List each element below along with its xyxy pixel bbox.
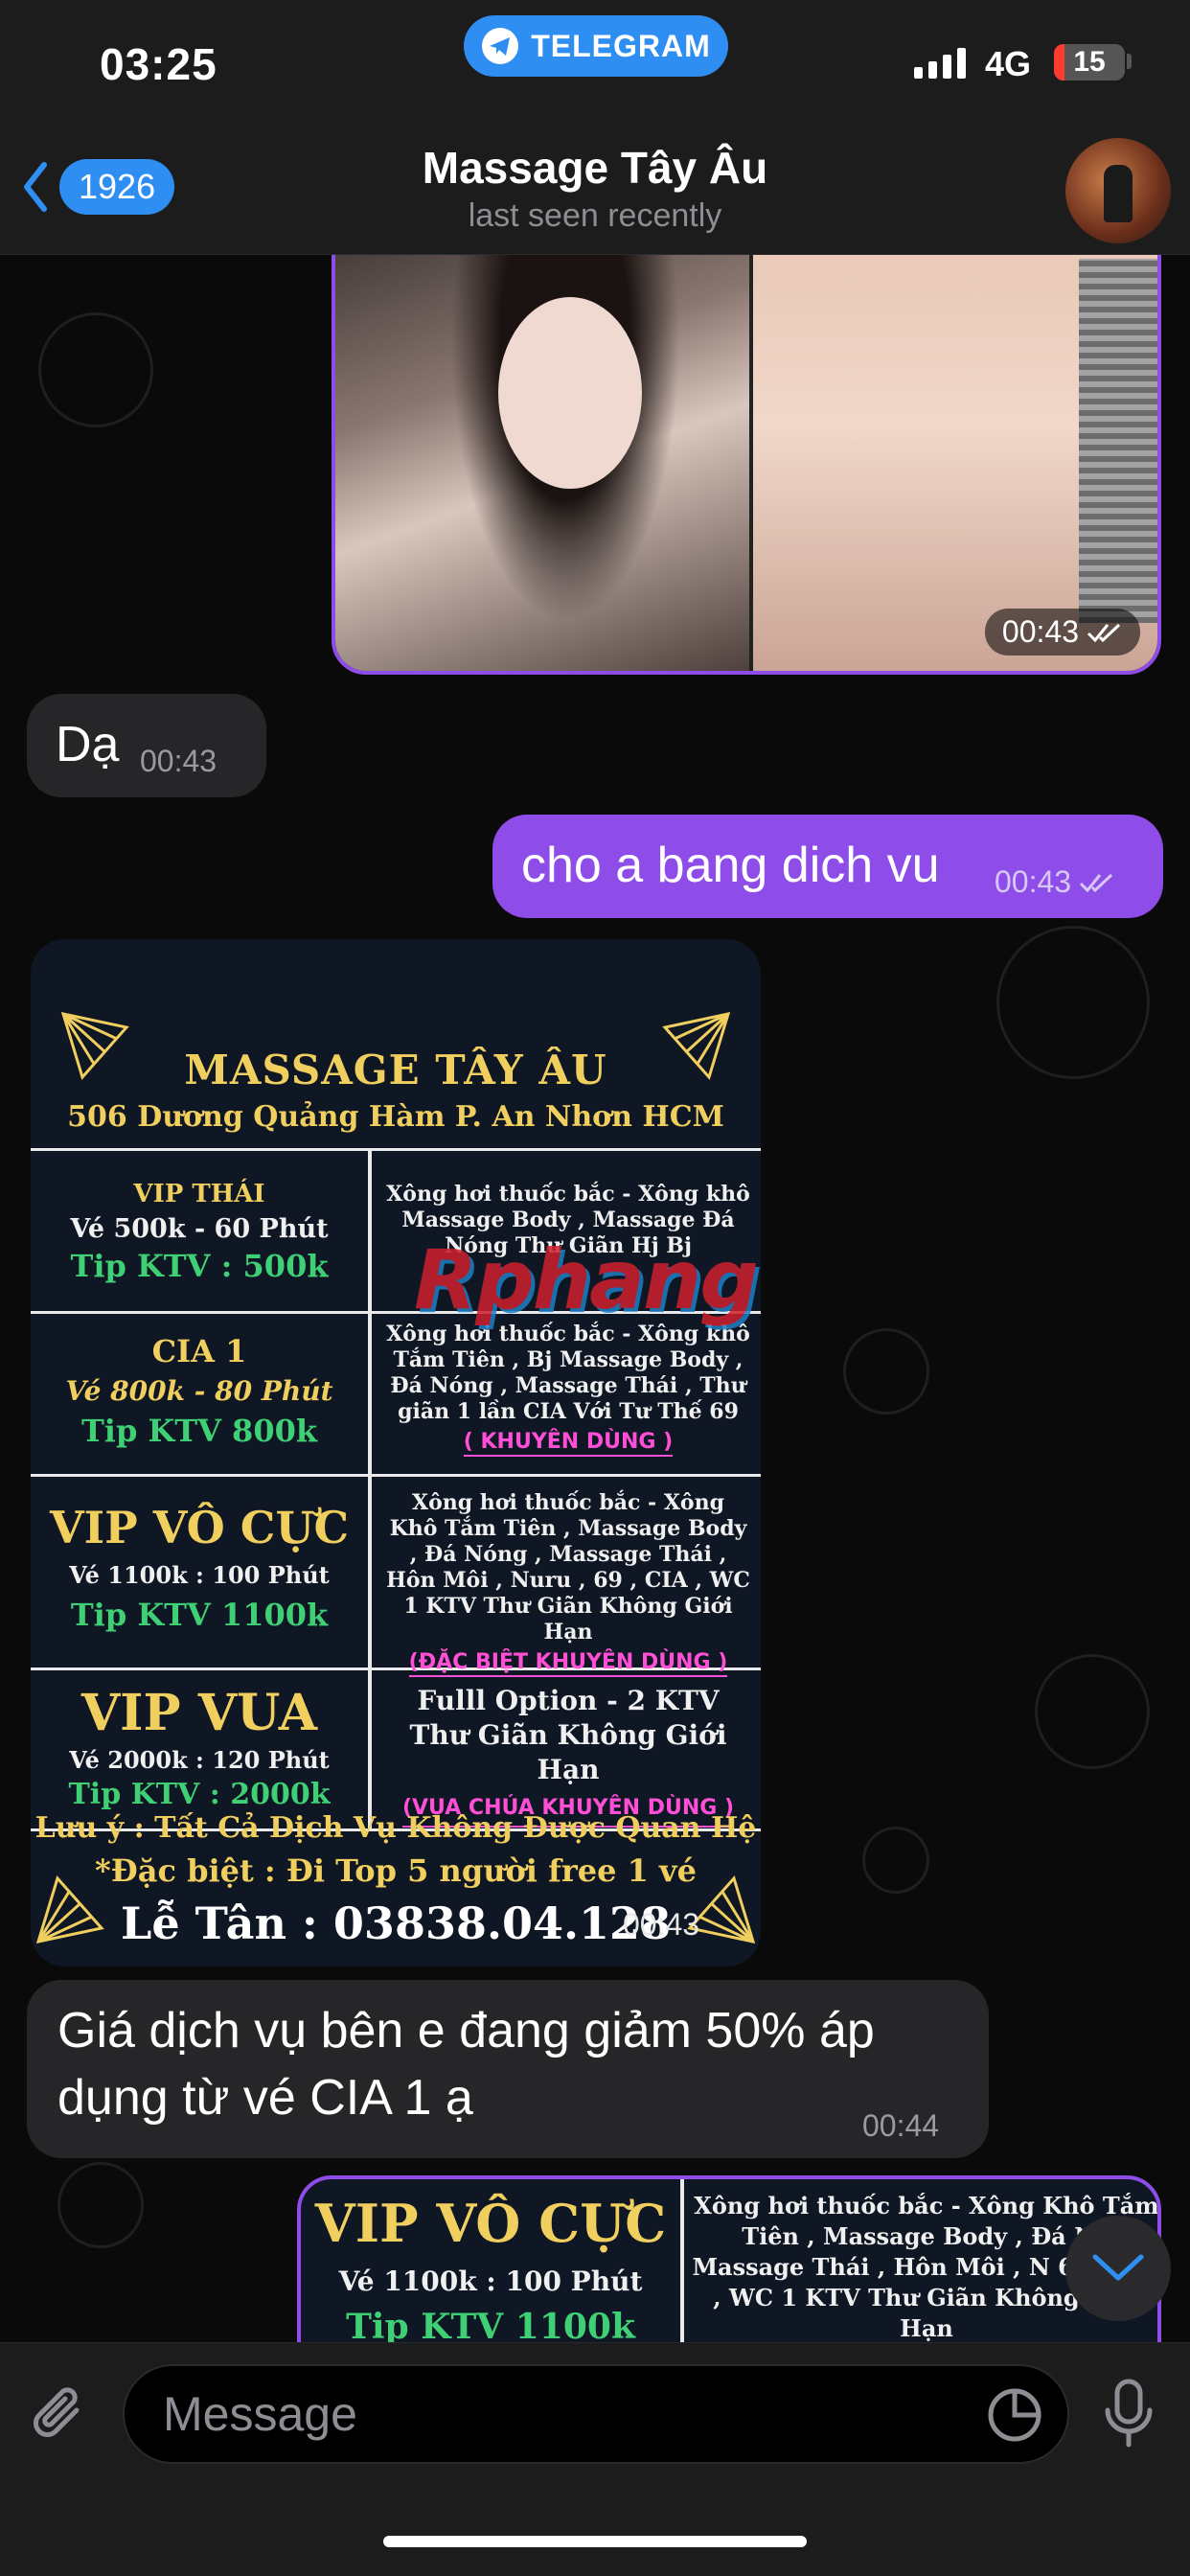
message-text: Dạ xyxy=(56,717,120,772)
background-doodle xyxy=(38,312,153,427)
message-time: 00:44 xyxy=(862,2108,940,2143)
telegram-pill[interactable]: TELEGRAM xyxy=(464,15,728,77)
scroll-to-bottom-button[interactable] xyxy=(1065,2216,1171,2321)
battery-icon: 15 xyxy=(1054,44,1125,80)
message-outgoing[interactable]: cho a bang dich vu 00:43 xyxy=(492,815,1163,918)
chevron-down-icon xyxy=(1092,2254,1144,2281)
price-row: VIP VUA Vé 2000k : 120 Phút Tip KTV : 20… xyxy=(31,1670,761,1831)
package-tag: ( KHUYÊN DÙNG ) xyxy=(463,1429,674,1457)
package-price: Vé 1100k : 100 Phút xyxy=(338,2266,643,2297)
battery-tip xyxy=(1127,54,1132,69)
background-doodle xyxy=(57,2162,144,2248)
package-cell: CIA 1 Vé 800k - 80 Phút Tip KTV 800k xyxy=(31,1314,372,1474)
chat-header: 1926 Massage Tây Âu last seen recently xyxy=(0,125,1190,255)
package-services: Xông hơi thuốc bắc - Xông khô Tắm Tiên ,… xyxy=(386,1322,750,1424)
package-name: VIP VUA xyxy=(80,1684,318,1742)
photo-1[interactable] xyxy=(335,255,749,671)
telegram-pill-label: TELEGRAM xyxy=(531,28,711,63)
poster-address: 506 Dương Quảng Hàm P. An Nhơn HCM xyxy=(67,1100,724,1134)
message-incoming[interactable]: Giá dịch vụ bên e đang giảm 50% áp dụng … xyxy=(27,1980,989,2158)
chat-title[interactable]: Massage Tây Âu xyxy=(0,142,1190,194)
price-poster-image-2[interactable]: VIP VÔ CỰC Vé 1100k : 100 Phút Tip KTV 1… xyxy=(297,2175,1161,2342)
avatar[interactable] xyxy=(1065,138,1171,243)
message-time: 00:43 xyxy=(995,864,1072,899)
package-price: Vé 500k - 60 Phút xyxy=(70,1214,329,1244)
paperclip-icon[interactable] xyxy=(29,2381,94,2447)
package-price: Vé 1100k : 100 Phút xyxy=(69,1561,330,1589)
package-name: VIP THÁI xyxy=(133,1180,265,1208)
package-services-cell: Fulll Option - 2 KTV Thư Giãn Không Giới… xyxy=(376,1670,761,1828)
poster-note: Lưu ý : Tất Cả Dịch Vụ Không Được Quan H… xyxy=(34,1811,757,1845)
background-doodle xyxy=(996,926,1150,1079)
home-indicator xyxy=(383,2536,807,2547)
media-time: 00:43 xyxy=(1001,614,1079,649)
message-meta: 00:43 xyxy=(995,864,1115,900)
status-time: 03:25 xyxy=(100,39,217,89)
package-tip: Tip KTV 800k xyxy=(80,1413,318,1449)
signal-icon xyxy=(914,46,966,79)
poster-notes: Lưu ý : Tất Cả Dịch Vụ Không Được Quan H… xyxy=(31,1811,761,1889)
package-tip: Tip KTV : 500k xyxy=(70,1248,329,1284)
package-name: VIP VÔ CỰC xyxy=(314,2193,667,2254)
package-price: Vé 2000k : 120 Phút xyxy=(69,1746,330,1774)
price-row: VIP VÔ CỰC Vé 1100k : 100 Phút Tip KTV 1… xyxy=(31,1477,761,1677)
microphone-icon[interactable] xyxy=(1100,2378,1157,2450)
price-poster-image[interactable]: MASSAGE TÂY ÂU 506 Dương Quảng Hàm P. An… xyxy=(31,939,761,1966)
poster-title: MASSAGE TÂY ÂU xyxy=(184,1046,607,1093)
package-tip: Tip KTV 1100k xyxy=(70,1597,329,1633)
chat-status: last seen recently xyxy=(468,197,722,234)
package-cell: VIP THÁI Vé 500k - 60 Phút Tip KTV : 500… xyxy=(31,1151,372,1311)
package-services-cell: Xông hơi thuốc bắc - Xông khô Tắm Tiên ,… xyxy=(376,1314,761,1474)
package-price: Vé 800k - 80 Phút xyxy=(65,1375,333,1407)
double-check-icon xyxy=(1087,623,1121,642)
background-doodle xyxy=(1035,1654,1150,1769)
message-input[interactable] xyxy=(163,2386,1006,2442)
package-services-cell: Xông hơi thuốc bắc - Xông Khô Tắm Tiên ,… xyxy=(376,1477,761,1677)
package-services: Xông hơi thuốc bắc - Xông Khô Tắm Tiên ,… xyxy=(386,1490,750,1644)
price-poster: MASSAGE TÂY ÂU 506 Dương Quảng Hàm P. An… xyxy=(31,939,761,1966)
message-incoming[interactable]: Dạ 00:43 xyxy=(27,694,266,797)
background-doodle xyxy=(862,1827,929,1894)
double-check-icon xyxy=(1080,873,1113,892)
network-type: 4G xyxy=(985,44,1032,83)
package-name: CIA 1 xyxy=(151,1333,247,1369)
package-tip: Tip KTV 1100k xyxy=(346,2307,635,2342)
package-cell: VIP VÔ CỰC Vé 1100k : 100 Phút Tip KTV 1… xyxy=(301,2179,684,2342)
message-text: cho a bang dich vu xyxy=(521,838,940,893)
message-input-field[interactable] xyxy=(123,2364,1069,2464)
package-services: Fulll Option - 2 KTV Thư Giãn Không Giới… xyxy=(409,1685,727,1785)
package-name: VIP VÔ CỰC xyxy=(49,1502,350,1553)
message-time: 00:43 xyxy=(140,744,217,778)
status-bar: 03:25 TELEGRAM 4G 15 xyxy=(0,0,1190,125)
watermark-logo: Rphang xyxy=(414,1232,759,1328)
telegram-plane-icon xyxy=(482,28,519,64)
price-row: CIA 1 Vé 800k - 80 Phút Tip KTV 800k Xôn… xyxy=(31,1314,761,1477)
battery-level: 15 xyxy=(1073,46,1106,78)
background-doodle xyxy=(843,1328,929,1414)
package-cell: VIP VUA Vé 2000k : 120 Phút Tip KTV : 20… xyxy=(31,1670,372,1828)
photo-album[interactable]: 00:43 xyxy=(332,255,1161,675)
media-timestamp: 00:43 xyxy=(984,609,1140,656)
poster-timestamp: 00:43 xyxy=(623,1907,700,1942)
message-list[interactable]: 00:43 Dạ 00:43 cho a bang dich vu 00:43 … xyxy=(0,255,1190,2342)
package-cell: VIP VÔ CỰC Vé 1100k : 100 Phút Tip KTV 1… xyxy=(31,1477,372,1668)
message-text: Giá dịch vụ bên e đang giảm 50% áp dụng … xyxy=(57,2003,875,2126)
sticker-icon[interactable] xyxy=(987,2387,1042,2443)
poster-note-special: *Đặc biệt : Đi Top 5 người free 1 vé xyxy=(95,1852,697,1889)
package-tip: Tip KTV : 2000k xyxy=(68,1778,331,1811)
